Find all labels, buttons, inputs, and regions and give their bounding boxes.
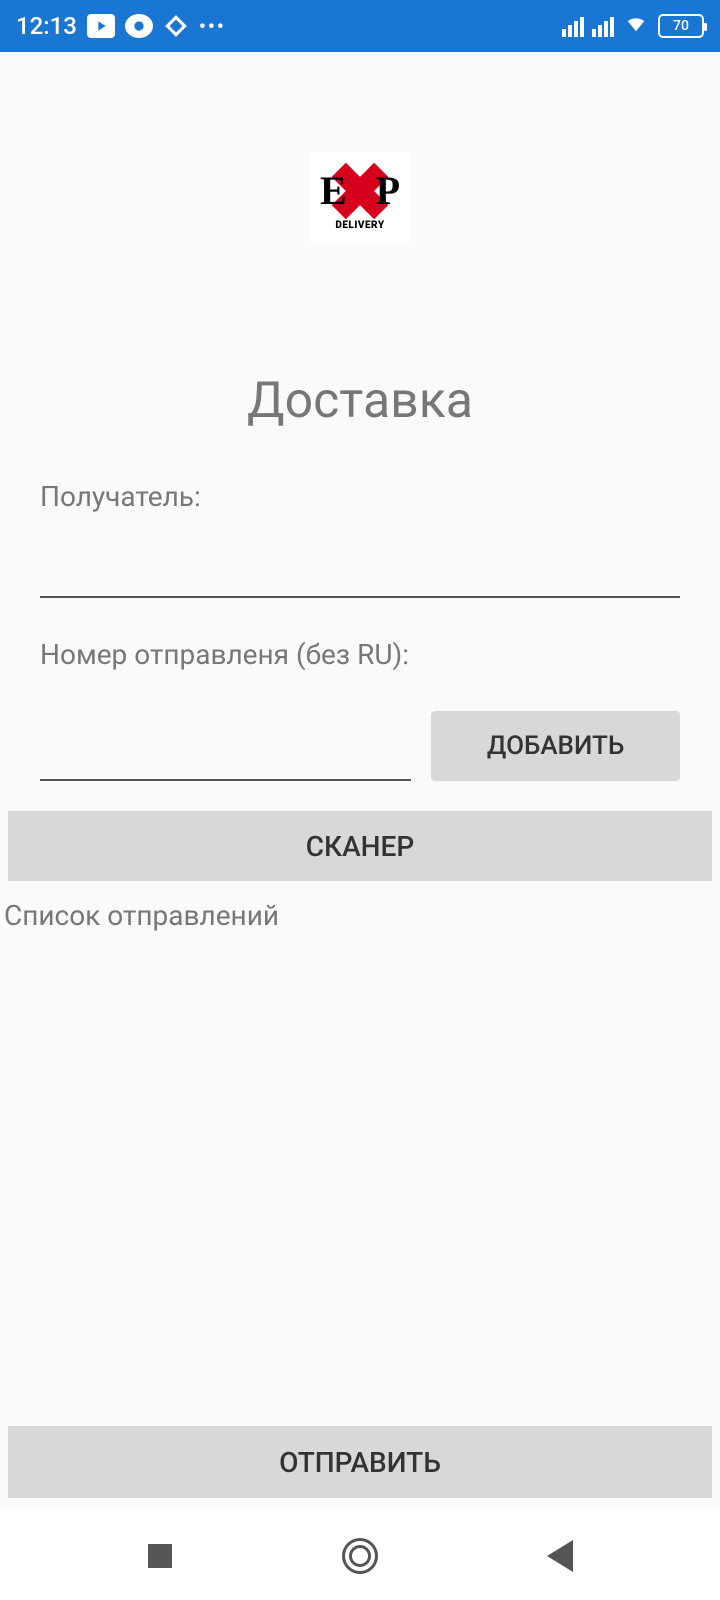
logo-letter-right: P bbox=[376, 167, 400, 214]
shipments-list-header: Список отправлений bbox=[4, 899, 720, 932]
status-right: 70 bbox=[562, 12, 704, 40]
navigation-bar bbox=[0, 1510, 720, 1600]
content-area: E P DELIVERY Доставка Получатель: Номер … bbox=[0, 52, 720, 1510]
recipient-label: Получатель: bbox=[40, 480, 680, 513]
recipient-input[interactable] bbox=[40, 538, 680, 598]
nav-back-button[interactable] bbox=[540, 1536, 580, 1576]
logo-letter-left: E bbox=[320, 167, 347, 214]
status-time: 12:13 bbox=[16, 12, 77, 40]
wifi-icon bbox=[622, 12, 650, 40]
battery-icon: 70 bbox=[658, 14, 704, 38]
signal-icon-1 bbox=[562, 15, 584, 37]
sync-icon bbox=[163, 13, 189, 39]
more-icon: ••• bbox=[199, 14, 226, 38]
nav-home-button[interactable] bbox=[340, 1536, 380, 1576]
battery-level: 70 bbox=[673, 18, 689, 34]
scanner-button[interactable]: СКАНЕР bbox=[8, 811, 712, 881]
add-button[interactable]: ДОБАВИТЬ bbox=[431, 711, 680, 781]
status-left: 12:13 ••• bbox=[16, 12, 226, 40]
logo-subtitle: DELIVERY bbox=[335, 220, 384, 231]
submit-button[interactable]: ОТПРАВИТЬ bbox=[8, 1426, 712, 1498]
page-title: Доставка bbox=[0, 372, 720, 430]
square-icon bbox=[148, 1544, 172, 1568]
signal-icon-2 bbox=[592, 15, 614, 37]
circle-icon bbox=[342, 1538, 378, 1574]
status-bar: 12:13 ••• 70 bbox=[0, 0, 720, 52]
app-logo: E P DELIVERY bbox=[310, 152, 410, 242]
nav-recents-button[interactable] bbox=[140, 1536, 180, 1576]
app-icon bbox=[125, 14, 153, 38]
delivery-form: Получатель: Номер отправленя (без RU): Д… bbox=[0, 480, 720, 781]
logo-wrap: E P DELIVERY bbox=[0, 52, 720, 242]
shipment-number-input[interactable] bbox=[40, 721, 411, 781]
shipment-label: Номер отправленя (без RU): bbox=[40, 638, 680, 671]
triangle-icon bbox=[547, 1540, 573, 1572]
youtube-icon bbox=[87, 14, 115, 38]
